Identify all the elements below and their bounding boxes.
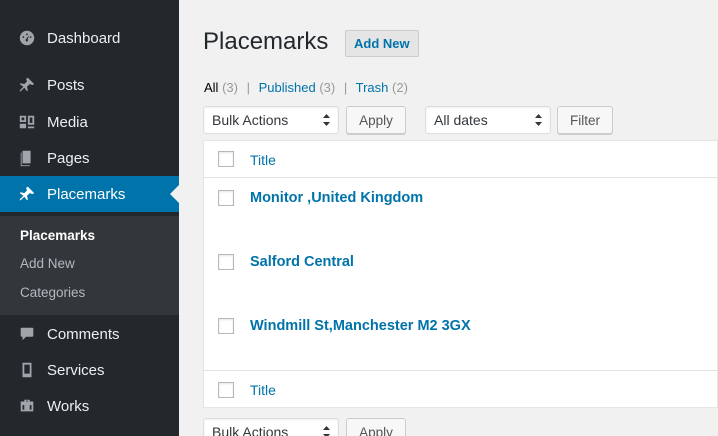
filter-published-count: (3) xyxy=(319,80,336,95)
table-row: Monitor ,United Kingdom xyxy=(204,178,717,242)
sidebar-item-placemarks[interactable]: Placemarks xyxy=(0,176,179,212)
bulk-actions-value: Bulk Actions xyxy=(212,112,289,128)
date-filter-value: All dates xyxy=(434,112,488,128)
tablet-icon xyxy=(17,360,37,380)
main-content: Placemarks Add New All (3) | Published (… xyxy=(179,0,718,436)
row-title-link[interactable]: Salford Central xyxy=(250,254,354,270)
placemarks-table: Title Monitor ,United Kingdom Salford Ce… xyxy=(203,140,718,408)
sidebar-item-pages[interactable]: Pages xyxy=(0,140,179,176)
comment-icon xyxy=(17,324,37,344)
column-title-header[interactable]: Title xyxy=(250,152,276,168)
table-header-row: Title xyxy=(204,141,717,178)
sidebar-item-label: Dashboard xyxy=(47,29,121,47)
submenu-item-placemarks[interactable]: Placemarks xyxy=(20,228,95,243)
bulk-actions-select[interactable]: Bulk Actions xyxy=(203,106,339,134)
sidebar-item-label: Comments xyxy=(47,325,120,343)
select-arrows-icon xyxy=(535,114,542,126)
apply-button-bottom[interactable]: Apply xyxy=(346,418,406,436)
select-all-checkbox-footer[interactable] xyxy=(218,382,234,398)
select-all-checkbox[interactable] xyxy=(218,151,234,167)
filter-trash[interactable]: Trash xyxy=(356,80,389,95)
filter-button[interactable]: Filter xyxy=(557,106,613,134)
sidebar-item-dashboard[interactable]: Dashboard xyxy=(0,20,179,56)
bulk-actions-select-bottom[interactable]: Bulk Actions xyxy=(203,418,339,436)
table-footer-row: Title xyxy=(204,370,717,409)
sidebar-item-label: Posts xyxy=(47,76,85,94)
sidebar-item-label: Pages xyxy=(47,149,90,167)
row-title-link[interactable]: Windmill St,Manchester M2 3GX xyxy=(250,318,471,334)
status-filter-links: All (3) | Published (3) | Trash (2) xyxy=(204,80,408,95)
submenu-item-categories[interactable]: Categories xyxy=(20,285,85,300)
sidebar-item-posts[interactable]: Posts xyxy=(0,67,179,103)
page-title: Placemarks xyxy=(203,28,329,55)
select-arrows-icon xyxy=(323,114,330,126)
sidebar-item-label: Works xyxy=(47,397,90,415)
separator: | xyxy=(246,80,250,95)
admin-sidebar: Dashboard Posts Media Pages Placemarks P… xyxy=(0,0,179,436)
row-checkbox[interactable] xyxy=(218,318,234,334)
pin-icon xyxy=(17,184,37,204)
select-arrows-icon xyxy=(323,426,330,436)
media-icon xyxy=(17,112,37,132)
row-checkbox[interactable] xyxy=(218,254,234,270)
date-filter-select[interactable]: All dates xyxy=(425,106,551,134)
filter-all[interactable]: All xyxy=(204,80,218,95)
row-checkbox[interactable] xyxy=(218,190,234,206)
table-row: Salford Central xyxy=(204,242,717,306)
sidebar-item-comments[interactable]: Comments xyxy=(0,316,179,352)
dashboard-icon xyxy=(17,28,37,48)
column-title-footer[interactable]: Title xyxy=(250,382,276,398)
submenu-item-add-new[interactable]: Add New xyxy=(20,256,75,271)
apply-button[interactable]: Apply xyxy=(346,106,406,134)
filter-published[interactable]: Published xyxy=(259,80,316,95)
portfolio-icon xyxy=(17,396,37,416)
filter-trash-count: (2) xyxy=(392,80,408,95)
sidebar-item-label: Media xyxy=(47,113,88,131)
separator: | xyxy=(343,80,348,95)
row-title-link[interactable]: Monitor ,United Kingdom xyxy=(250,190,423,206)
pin-icon xyxy=(17,75,37,95)
sidebar-item-label: Placemarks xyxy=(47,185,126,203)
bulk-actions-value: Bulk Actions xyxy=(212,424,289,436)
sidebar-item-services[interactable]: Services xyxy=(0,352,179,388)
sidebar-item-media[interactable]: Media xyxy=(0,104,179,140)
filter-all-count: (3) xyxy=(222,80,238,95)
placemarks-submenu: Placemarks Add New Categories xyxy=(0,216,179,315)
pages-icon xyxy=(17,148,37,168)
sidebar-item-works[interactable]: Works xyxy=(0,388,179,424)
sidebar-item-label: Services xyxy=(47,361,105,379)
add-new-button[interactable]: Add New xyxy=(345,30,419,57)
table-row: Windmill St,Manchester M2 3GX xyxy=(204,306,717,370)
